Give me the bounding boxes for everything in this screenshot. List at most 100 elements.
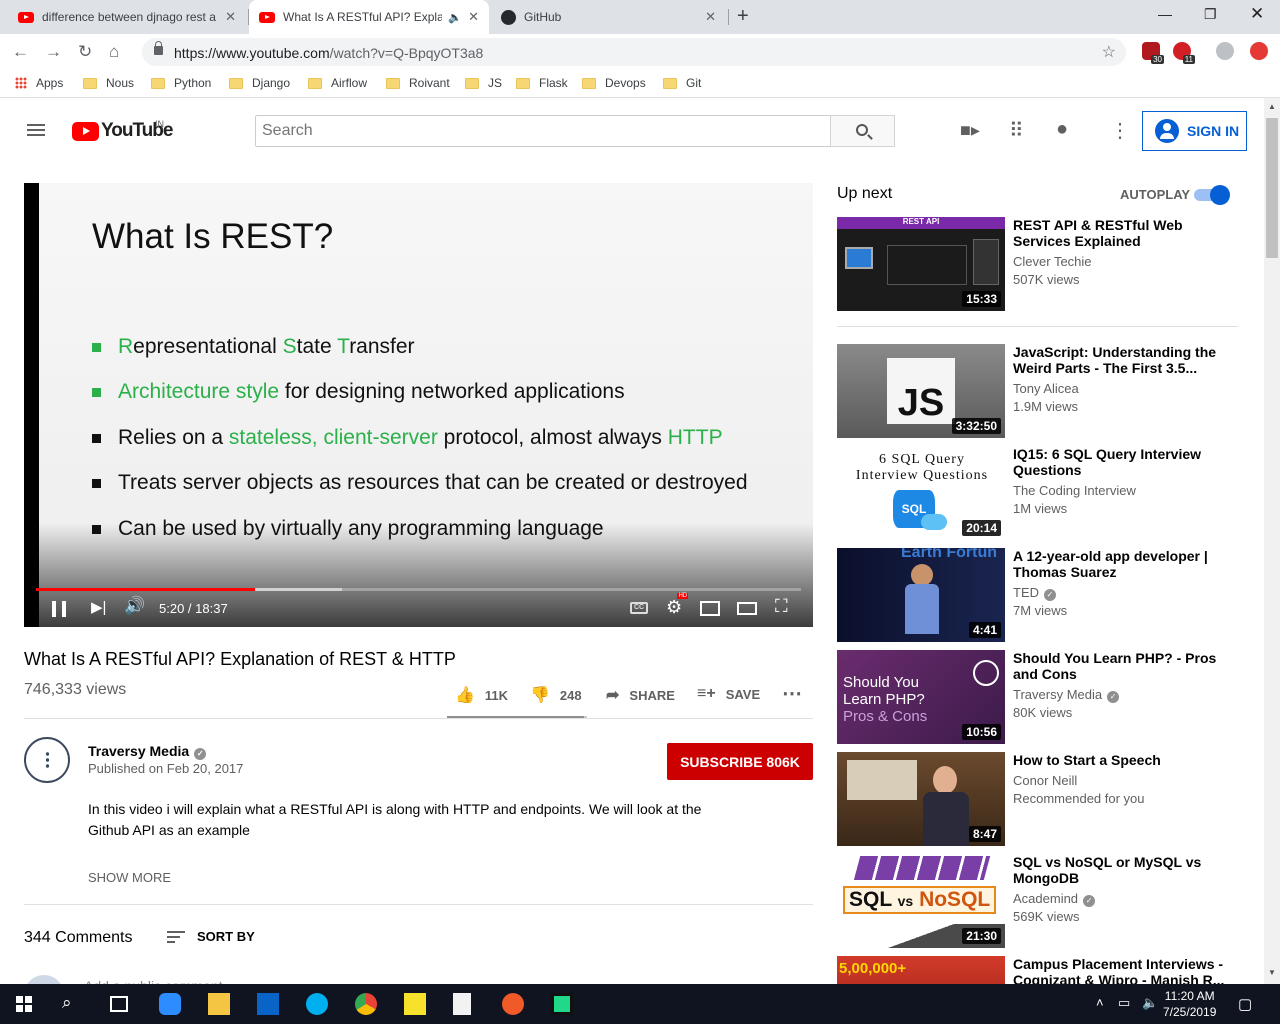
bookmark-folder[interactable]: Devops — [582, 76, 646, 90]
like-button[interactable]: 👍 11K — [455, 685, 508, 705]
recommended-video[interactable]: REST API 15:33 REST API & RESTful Web Se… — [837, 217, 1237, 311]
extension-icon[interactable] — [1250, 42, 1268, 60]
next-icon[interactable]: ▶| — [91, 598, 106, 616]
create-video-icon[interactable]: ■▸ — [960, 120, 980, 141]
back-icon[interactable]: ← — [12, 42, 29, 62]
autoplay-toggle[interactable] — [1194, 185, 1230, 205]
profile-icon[interactable] — [1216, 42, 1234, 60]
extension-icon[interactable]: 30 — [1142, 42, 1164, 64]
video-thumbnail[interactable]: Should You Learn PHP? Pros & Cons 10:56 — [837, 650, 1005, 744]
recommended-video[interactable]: 8:47 How to Start a Speech Conor Neill R… — [837, 752, 1237, 846]
speaker-icon[interactable]: 🔈 — [448, 11, 462, 24]
close-tab-icon[interactable]: ✕ — [468, 9, 479, 25]
bookmark-folder[interactable]: Django — [229, 76, 290, 90]
recommended-video[interactable]: JS 3:32:50 JavaScript: Understanding the… — [837, 344, 1237, 438]
volume-tray-icon[interactable]: 🔈 — [1142, 995, 1158, 1011]
show-more-button[interactable]: SHOW MORE — [88, 870, 171, 885]
recommended-video[interactable]: Earth Fortun 4:41 A 12-year-old app deve… — [837, 548, 1237, 642]
bookmark-folder[interactable]: Python — [151, 76, 211, 90]
search-button[interactable] — [830, 115, 895, 147]
channel-name[interactable]: Traversy Media ✓ — [88, 743, 207, 760]
youtube-logo-icon[interactable] — [72, 122, 99, 141]
theater-mode-icon[interactable] — [737, 602, 757, 615]
close-tab-icon[interactable]: ✕ — [225, 9, 236, 25]
video-thumbnail[interactable]: JS 3:32:50 — [837, 344, 1005, 438]
pause-icon[interactable] — [52, 601, 66, 617]
task-view-icon[interactable] — [110, 996, 128, 1012]
notifications-icon[interactable]: ▢ — [1238, 995, 1252, 1013]
bookmark-star-icon[interactable]: ☆ — [1102, 42, 1116, 62]
verified-icon: ✓ — [194, 748, 207, 760]
file-explorer-icon[interactable] — [208, 993, 230, 1015]
forward-icon[interactable]: → — [45, 42, 62, 62]
save-button[interactable]: ≡+ SAVE — [697, 685, 760, 703]
miniplayer-icon[interactable] — [700, 601, 720, 616]
sort-by-button[interactable]: SORT BY — [167, 929, 255, 944]
zoom-icon[interactable] — [159, 993, 181, 1015]
pycharm-icon[interactable] — [551, 993, 573, 1015]
recommended-video[interactable]: SQL vs NoSQL 21:30 SQL vs NoSQL or MySQL… — [837, 854, 1237, 948]
network-icon[interactable]: ▭ — [1118, 995, 1130, 1011]
bookmark-folder[interactable]: Roivant — [386, 76, 450, 90]
taskbar-clock[interactable]: 11:20 AM 7/25/2019 — [1163, 988, 1216, 1020]
video-thumbnail[interactable]: SQL vs NoSQL 21:30 — [837, 854, 1005, 948]
share-button[interactable]: ➦ SHARE — [606, 685, 675, 705]
channel-avatar[interactable] — [24, 737, 70, 783]
recommended-video[interactable]: 6 SQL Query Interview Questions SQL 20:1… — [837, 446, 1237, 540]
sign-in-button[interactable]: SIGN IN — [1142, 111, 1247, 151]
url-text[interactable]: https://www.youtube.com/watch?v=Q-BpqyOT… — [174, 45, 483, 61]
dislike-button[interactable]: 👎 248 — [530, 685, 582, 705]
video-thumbnail[interactable]: 6 SQL Query Interview Questions SQL 20:1… — [837, 446, 1005, 540]
tray-chevron-icon[interactable]: ˄ — [1096, 995, 1104, 1010]
browser-tab-3[interactable]: GitHub ✕ — [490, 0, 726, 34]
fullscreen-icon[interactable]: ⛶ — [775, 596, 788, 617]
captions-icon[interactable]: CC — [630, 602, 648, 614]
settings-icon[interactable]: ⚙ HD — [666, 593, 689, 618]
minimize-icon[interactable]: — — [1158, 6, 1172, 22]
more-options-icon[interactable]: ⋮ — [1110, 118, 1130, 143]
search-icon[interactable]: ⌕ — [62, 993, 84, 1015]
subscribe-button[interactable]: SUBSCRIBE 806K — [667, 743, 813, 780]
windows-start-icon[interactable] — [16, 996, 32, 1012]
video-thumbnail[interactable]: 8:47 — [837, 752, 1005, 846]
notepad-icon[interactable] — [453, 993, 471, 1015]
bookmark-folder[interactable]: Nous — [83, 76, 134, 90]
chrome-icon[interactable] — [355, 993, 377, 1015]
browser-tab-1[interactable]: difference between djnago rest a ✕ — [8, 0, 246, 34]
video-thumbnail[interactable]: REST API 15:33 — [837, 217, 1005, 311]
extension-icon[interactable]: 11 — [1173, 42, 1195, 64]
skype-icon[interactable] — [306, 993, 328, 1015]
scrollbar-thumb[interactable] — [1266, 118, 1278, 258]
close-tab-icon[interactable]: ✕ — [705, 9, 716, 25]
address-bar[interactable]: https://www.youtube.com/watch?v=Q-BpqyOT… — [142, 38, 1126, 66]
outlook-icon[interactable] — [257, 993, 279, 1015]
video-thumbnail[interactable]: 5,00,000+ — [837, 956, 1005, 984]
scroll-up-icon[interactable]: ▲ — [1268, 102, 1276, 111]
recommended-video[interactable]: Should You Learn PHP? Pros & Cons 10:56 … — [837, 650, 1237, 744]
scroll-down-icon[interactable]: ▼ — [1268, 968, 1276, 977]
search-input[interactable] — [255, 115, 831, 147]
bookmark-folder[interactable]: JS — [465, 76, 502, 90]
page-scrollbar[interactable]: ▲ ▼ — [1264, 98, 1280, 984]
progress-bar[interactable] — [36, 588, 801, 591]
bookmark-folder[interactable]: Flask — [516, 76, 568, 90]
bookmark-folder[interactable]: Airflow — [308, 76, 367, 90]
bookmark-apps[interactable]: Apps — [15, 76, 63, 90]
browser-tab-2[interactable]: What Is A RESTful API? Expla 🔈 ✕ — [249, 0, 489, 34]
menu-icon[interactable] — [27, 124, 45, 136]
reload-icon[interactable]: ↻ — [78, 42, 92, 62]
home-icon[interactable]: ⌂ — [109, 42, 119, 62]
video-player[interactable]: What Is REST? Representational State Tra… — [24, 183, 813, 627]
apps-icon[interactable]: ⠿ — [1009, 118, 1024, 143]
postman-icon[interactable] — [502, 993, 524, 1015]
more-actions-icon[interactable]: ⋯ — [782, 681, 802, 706]
sticky-notes-icon[interactable] — [404, 993, 426, 1015]
messages-icon[interactable]: ● — [1056, 118, 1068, 141]
recommended-video[interactable]: 5,00,000+ Campus Placement Interviews - … — [837, 956, 1237, 984]
new-tab-icon[interactable]: + — [737, 5, 749, 28]
window-close-icon[interactable]: ✕ — [1250, 4, 1264, 24]
bookmark-folder[interactable]: Git — [663, 76, 701, 90]
video-thumbnail[interactable]: Earth Fortun 4:41 — [837, 548, 1005, 642]
volume-icon[interactable]: 🔊 — [124, 596, 145, 616]
restore-icon[interactable]: ❐ — [1204, 6, 1217, 23]
